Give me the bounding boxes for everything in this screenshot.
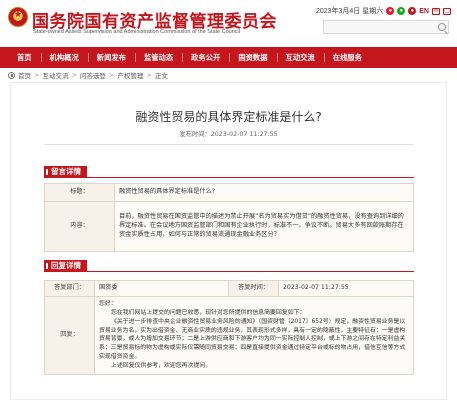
table-row: 答复部门： 国资委 答复时间： 2023-02-07 11:27:55 — [44, 280, 414, 297]
main-nav: 首页 机构概况 新闻发布 监管动态 政务公开 国资数据 互动交流 在线服务 — [0, 47, 457, 68]
table-row: 内容： 目前，融资性贸易在国资监管中的描述为禁止开展“名为贸易实为借贷”的融资性… — [44, 201, 414, 252]
breadcrumb-current: 正文 — [154, 72, 168, 80]
table-row: 回复： 您好： 您在我们网站上提交的问题已收悉，现针对您所提供的信息简要回复如下… — [44, 296, 414, 375]
page-title: 融资性贸易的具体界定标准是什么? — [135, 110, 322, 124]
nav-item-about[interactable]: 机构概况 — [40, 47, 88, 68]
message-section-header: 留言详情 — [44, 166, 414, 178]
answer-paragraph: 您在我们网站上提交的问题已收悉，现针对您所提供的信息简要回复如下： — [111, 309, 306, 316]
breadcrumb-property[interactable]: 产权管理 — [117, 70, 143, 80]
weibo-icon[interactable]: ● — [386, 7, 395, 15]
reply-time-label: 答复时间： — [228, 280, 279, 297]
nav-item-regulation[interactable]: 监管动态 — [134, 47, 182, 68]
answer-closing: 上述回复仅供参考，欢迎您再次提问。 — [111, 363, 212, 370]
user-icon[interactable]: ● — [408, 7, 417, 15]
location-icon — [8, 71, 15, 79]
header-toolbar: 2023年3月4日 星期六 ● ● ● EN ✉ ▢ — [316, 6, 451, 16]
answer-paragraph: 《关于进一步排查中央企业融资性贸易业务风险的通知》（国资财管〔2017〕652号… — [99, 318, 406, 361]
site-header: 国务院国有资产监督管理委员会 State-owned Assets Superv… — [0, 0, 457, 47]
reply-section-label: 回复详情 — [44, 260, 87, 272]
nav-item-online-service[interactable]: 在线服务 — [323, 47, 371, 68]
english-link[interactable]: EN — [419, 8, 429, 15]
title-value: 融资性贸易的具体界定标准是什么? — [114, 183, 414, 202]
search-input[interactable] — [323, 20, 449, 34]
breadcrumb-qa[interactable]: 问答选登 — [80, 70, 106, 80]
message-section-label: 留言详情 — [44, 166, 87, 178]
search-icon[interactable] — [438, 23, 446, 31]
answer-label: 回复： — [44, 296, 95, 375]
answer-greeting: 您好： — [99, 301, 117, 307]
breadcrumb-separator: > — [146, 71, 152, 79]
current-date: 2023年3月4日 星期六 — [315, 8, 384, 15]
nav-item-data[interactable]: 国资数据 — [229, 47, 276, 68]
message-table: 标题： 融资性贸易的具体界定标准是什么? 内容： 目前，融资性贸易在国资监管中的… — [44, 183, 414, 252]
breadcrumb: 首页 > 互动交流 > 问答选登 > 产权管理 > 正文 — [8, 70, 168, 80]
dept-label: 答复部门： — [44, 280, 95, 297]
national-emblem-icon[interactable] — [8, 7, 28, 27]
mail-icon[interactable]: ✉ — [432, 7, 440, 15]
title-divider — [44, 144, 414, 145]
table-row: 标题： 融资性贸易的具体界定标准是什么? — [44, 183, 414, 202]
reply-table: 答复部门： 国资委 答复时间： 2023-02-07 11:27:55 回复： … — [44, 280, 414, 375]
breadcrumb-home[interactable]: 首页 — [18, 70, 31, 80]
app-icon[interactable]: ▢ — [443, 7, 451, 15]
publish-time: 发布时间：2023-02-07 11:27:55 — [179, 131, 278, 138]
breadcrumb-separator: > — [108, 71, 115, 79]
wechat-icon[interactable]: ● — [397, 7, 406, 15]
breadcrumb-interaction[interactable]: 互动交流 — [42, 70, 68, 80]
nav-item-gov-info[interactable]: 政务公开 — [182, 47, 229, 68]
site-subtitle: State-owned Assets Supervision and Admin… — [33, 29, 240, 35]
content-label: 内容： — [44, 201, 115, 252]
reply-section-header: 回复详情 — [44, 260, 414, 272]
reply-time-value: 2023-02-07 11:27:55 — [278, 280, 414, 297]
answer-body: 您好： 您在我们网站上提交的问题已收悉，现针对您所提供的信息简要回复如下： 《关… — [94, 296, 414, 375]
nav-item-interaction[interactable]: 互动交流 — [276, 47, 324, 68]
dept-value: 国资委 — [94, 280, 229, 297]
title-label: 标题： — [44, 183, 115, 202]
nav-item-home[interactable]: 首页 — [8, 47, 41, 68]
breadcrumb-separator: > — [34, 71, 40, 79]
breadcrumb-separator: > — [71, 71, 77, 79]
nav-item-news[interactable]: 新闻发布 — [87, 47, 135, 68]
content-value: 目前，融资性贸易在国资监管中的描述为禁止开展“名为贸易实为借贷”的融资性贸易，没… — [114, 201, 414, 252]
